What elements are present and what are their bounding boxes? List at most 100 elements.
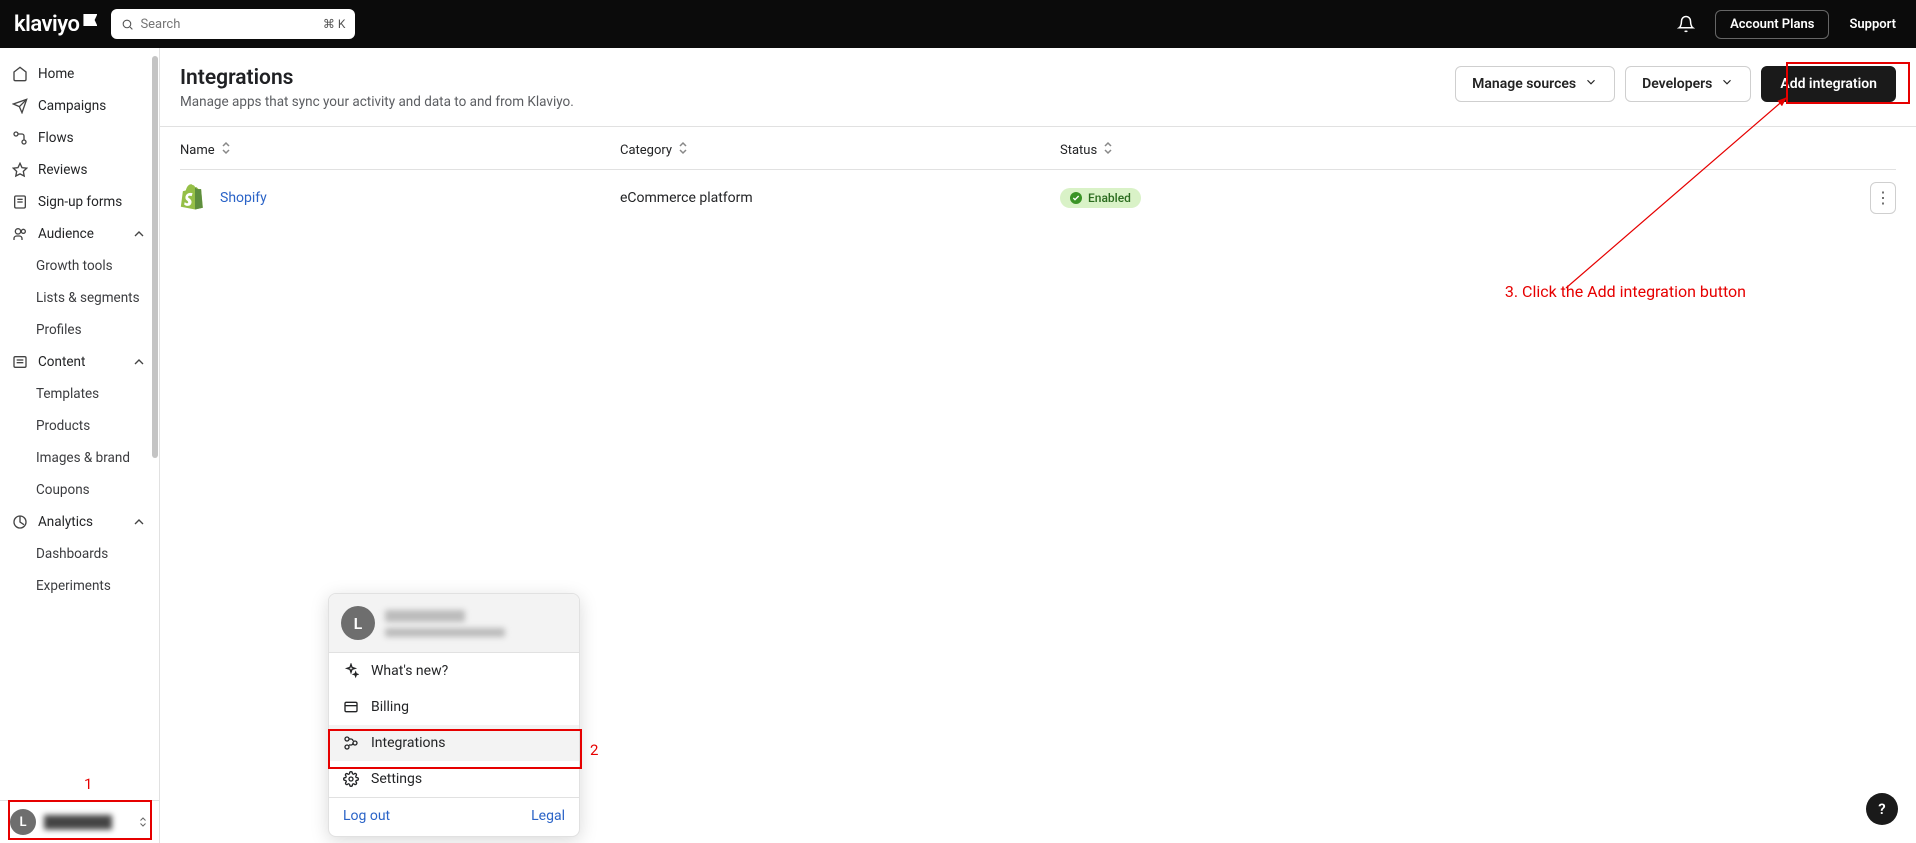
sidebar-item-label: Home — [38, 66, 74, 82]
page-title: Integrations — [180, 66, 574, 90]
account-info-redacted — [385, 610, 567, 637]
column-header-category[interactable]: Category — [620, 141, 1060, 159]
chevron-up-icon — [131, 514, 147, 530]
sparkle-icon — [343, 663, 359, 679]
sidebar-sub-lists-segments[interactable]: Lists & segments — [0, 282, 159, 314]
sidebar-sub-growth-tools[interactable]: Growth tools — [0, 250, 159, 282]
sort-icon — [678, 141, 688, 159]
sidebar-item-label: Flows — [38, 130, 74, 146]
sidebar-sub-profiles[interactable]: Profiles — [0, 314, 159, 346]
avatar: L — [10, 809, 36, 835]
gear-icon — [343, 771, 359, 787]
sidebar-item-label: Analytics — [38, 514, 93, 530]
popup-header: L — [329, 594, 579, 653]
sidebar-sub-products[interactable]: Products — [0, 410, 159, 442]
help-button[interactable]: ? — [1866, 793, 1898, 825]
status-text: Enabled — [1088, 191, 1131, 205]
notifications-button[interactable] — [1671, 9, 1701, 39]
sidebar: Home Campaigns Flows Reviews Sign-up for… — [0, 48, 160, 843]
form-icon — [12, 194, 28, 210]
button-label: Developers — [1642, 76, 1712, 92]
sidebar-item-signup-forms[interactable]: Sign-up forms — [0, 186, 159, 218]
popup-item-whats-new[interactable]: What's new? — [329, 653, 579, 689]
sidebar-sub-dashboards[interactable]: Dashboards — [0, 538, 159, 570]
sidebar-sub-templates[interactable]: Templates — [0, 378, 159, 410]
search-box[interactable]: ⌘ K — [111, 9, 355, 39]
popup-item-label: What's new? — [371, 663, 448, 679]
popup-item-label: Billing — [371, 699, 409, 715]
sidebar-item-label: Audience — [38, 226, 94, 242]
flow-icon — [12, 130, 28, 146]
sidebar-item-flows[interactable]: Flows — [0, 122, 159, 154]
sort-icon — [221, 141, 231, 159]
sidebar-sub-experiments[interactable]: Experiments — [0, 570, 159, 602]
sidebar-item-campaigns[interactable]: Campaigns — [0, 90, 159, 122]
main: Integrations Manage apps that sync your … — [160, 48, 1916, 843]
body: Home Campaigns Flows Reviews Sign-up for… — [0, 48, 1916, 843]
sort-icon — [1103, 141, 1113, 159]
sidebar-item-home[interactable]: Home — [0, 58, 159, 90]
shopify-icon — [180, 184, 206, 212]
status-badge: Enabled — [1060, 188, 1141, 208]
column-header-name[interactable]: Name — [180, 141, 620, 159]
send-icon — [12, 98, 28, 114]
account-name-redacted: ████████ — [44, 816, 129, 828]
search-icon — [121, 18, 134, 31]
log-out-link[interactable]: Log out — [343, 808, 390, 824]
sidebar-sub-images-brand[interactable]: Images & brand — [0, 442, 159, 474]
sidebar-account-button[interactable]: L ████████ — [0, 800, 159, 843]
table-row: Shopify eCommerce platform Enabled ⋮ — [180, 170, 1896, 226]
sidebar-item-content[interactable]: Content — [0, 346, 159, 378]
column-label: Category — [620, 143, 672, 158]
popup-item-label: Integrations — [371, 735, 445, 751]
popup-item-settings[interactable]: Settings — [329, 761, 579, 797]
popup-item-billing[interactable]: Billing — [329, 689, 579, 725]
sidebar-sub-coupons[interactable]: Coupons — [0, 474, 159, 506]
chevron-updown-icon — [137, 814, 149, 830]
sidebar-scrollbar[interactable] — [151, 56, 159, 787]
home-icon — [12, 66, 28, 82]
sidebar-item-label: Campaigns — [38, 98, 106, 114]
sidebar-scrollbar-thumb[interactable] — [152, 56, 158, 458]
sidebar-item-label: Sign-up forms — [38, 194, 122, 210]
integrations-icon — [343, 735, 359, 751]
check-circle-icon — [1070, 192, 1082, 204]
bell-icon — [1677, 15, 1695, 33]
sidebar-item-audience[interactable]: Audience — [0, 218, 159, 250]
annotation-number-2: 2 — [590, 741, 598, 759]
row-actions-button[interactable]: ⋮ — [1870, 182, 1896, 214]
add-integration-button[interactable]: Add integration — [1761, 66, 1896, 102]
account-plans-button[interactable]: Account Plans — [1715, 10, 1829, 39]
page-header: Integrations Manage apps that sync your … — [160, 48, 1916, 127]
developers-button[interactable]: Developers — [1625, 66, 1751, 102]
search-input[interactable] — [140, 17, 322, 32]
sidebar-item-analytics[interactable]: Analytics — [0, 506, 159, 538]
content-icon — [12, 354, 28, 370]
logo[interactable]: klaviyo — [14, 12, 97, 37]
column-label: Status — [1060, 143, 1097, 158]
column-header-status[interactable]: Status — [1060, 141, 1856, 159]
support-link[interactable]: Support — [1843, 17, 1902, 32]
legal-link[interactable]: Legal — [531, 808, 565, 824]
integration-name-link[interactable]: Shopify — [220, 190, 267, 206]
chevron-down-icon — [1720, 75, 1734, 93]
search-shortcut: ⌘ K — [323, 17, 346, 31]
star-icon — [12, 162, 28, 178]
sidebar-item-reviews[interactable]: Reviews — [0, 154, 159, 186]
users-icon — [12, 226, 28, 242]
sidebar-item-label: Reviews — [38, 162, 88, 178]
page-subtitle: Manage apps that sync your activity and … — [180, 94, 574, 110]
popup-item-label: Settings — [371, 771, 422, 787]
table-header-row: Name Category Status — [180, 127, 1896, 170]
popup-item-integrations[interactable]: Integrations — [329, 725, 579, 761]
annotation-text-3: 3. Click the Add integration button — [1505, 282, 1746, 301]
chevron-up-icon — [131, 354, 147, 370]
sidebar-item-label: Content — [38, 354, 85, 370]
manage-sources-button[interactable]: Manage sources — [1455, 66, 1615, 102]
billing-icon — [343, 699, 359, 715]
account-menu-popup: L What's new? Billing Integrations S — [328, 593, 580, 837]
logo-flag-icon — [83, 14, 97, 26]
logo-text: klaviyo — [14, 12, 79, 37]
chevron-down-icon — [1584, 75, 1598, 93]
column-label: Name — [180, 143, 215, 158]
